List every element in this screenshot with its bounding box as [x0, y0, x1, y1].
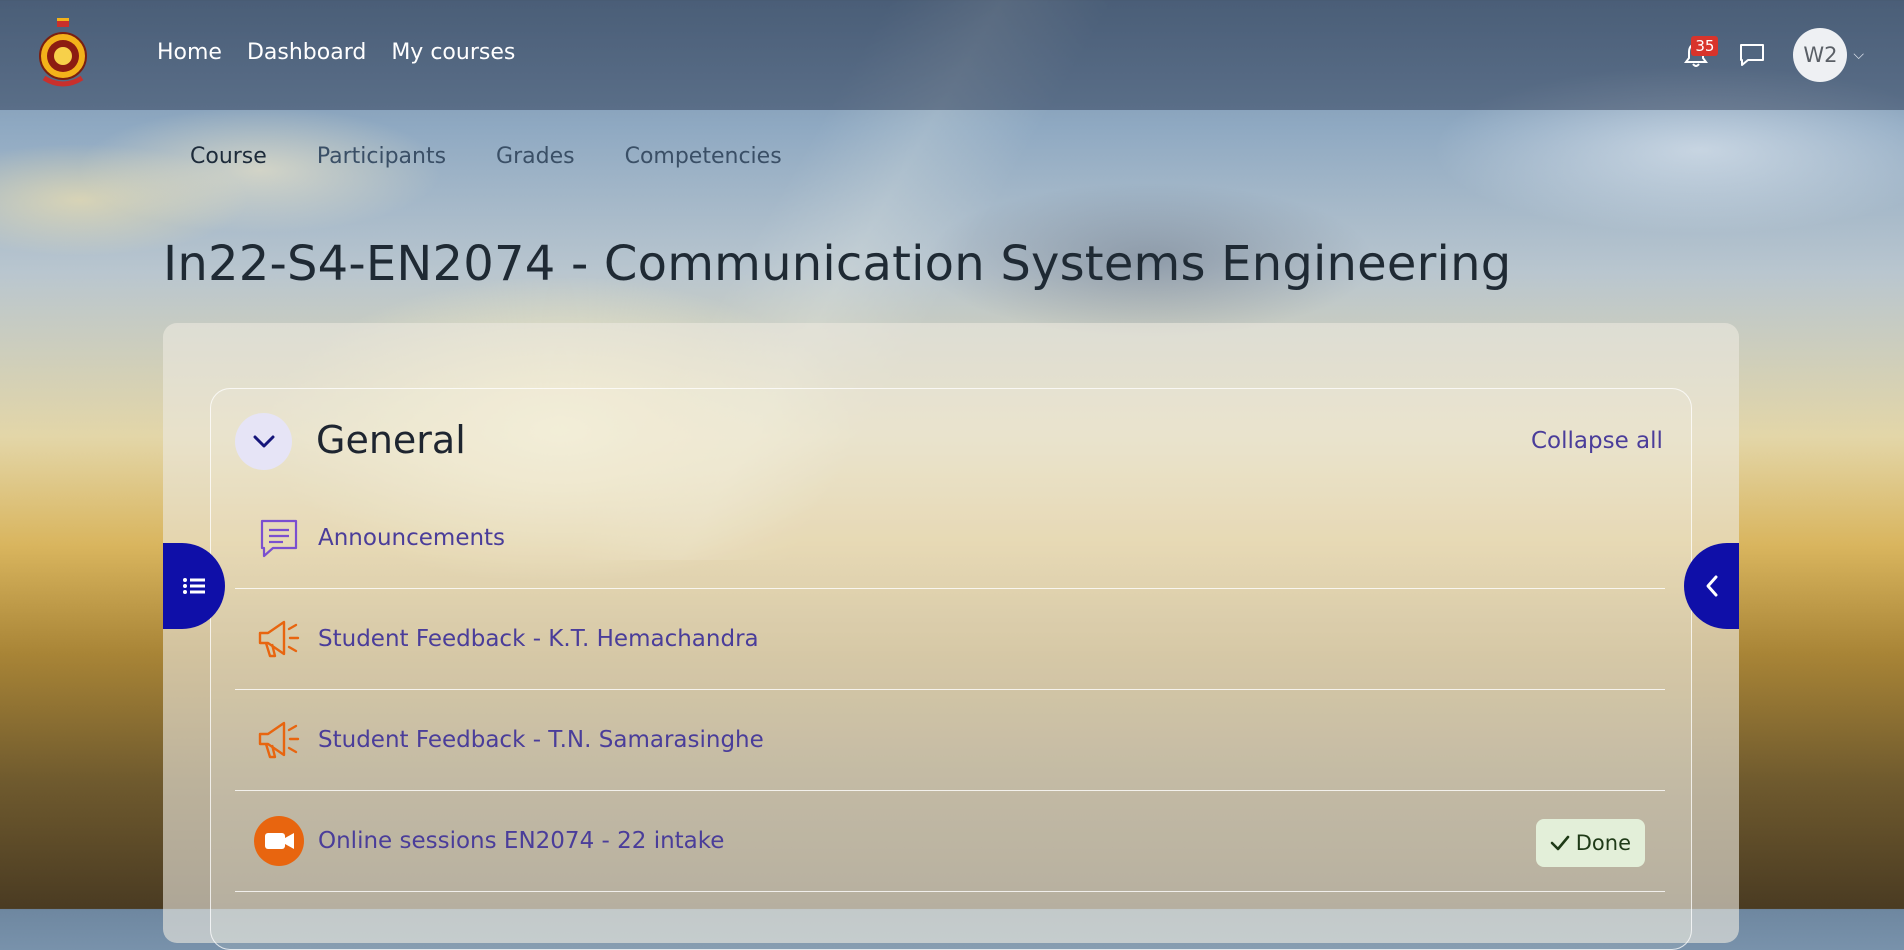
activity-feedback-hemachandra[interactable]: Student Feedback - K.T. Hemachandra [235, 589, 1665, 689]
tab-competencies[interactable]: Competencies [625, 144, 782, 171]
activity-online-sessions[interactable]: Online sessions EN2074 - 22 intake Done [235, 791, 1665, 891]
section-title: General [316, 418, 466, 462]
notification-count-badge: 35 [1691, 36, 1719, 56]
user-menu-area: 35 W2 ⌵ [1681, 28, 1864, 82]
chevron-down-icon [253, 435, 274, 447]
notifications-button[interactable]: 35 [1681, 36, 1719, 70]
avatar[interactable]: W2 [1793, 28, 1848, 82]
forum-icon [253, 512, 305, 564]
top-navbar: Home Dashboard My courses 35 W2 ⌵ [0, 0, 1904, 110]
activity-label[interactable]: Online sessions EN2074 - 22 intake [318, 828, 724, 854]
megaphone-icon [253, 714, 305, 766]
user-menu-toggle[interactable]: W2 ⌵ [1793, 28, 1864, 82]
activity-label[interactable]: Announcements [318, 525, 505, 551]
activity-announcements[interactable]: Announcements [235, 488, 1665, 588]
divider [235, 891, 1665, 892]
course-tabs: Course Participants Grades Competencies [190, 144, 782, 171]
nav-home[interactable]: Home [157, 40, 222, 65]
nav-dashboard[interactable]: Dashboard [247, 40, 366, 65]
chevron-down-icon: ⌵ [1853, 47, 1864, 63]
video-icon [253, 815, 305, 867]
activity-feedback-samarasinghe[interactable]: Student Feedback - T.N. Samarasinghe [235, 690, 1665, 790]
check-icon [1550, 835, 1570, 851]
nav-my-courses[interactable]: My courses [391, 40, 515, 65]
completion-done-badge[interactable]: Done [1535, 819, 1645, 867]
university-logo[interactable] [32, 16, 94, 94]
messages-button[interactable] [1737, 40, 1767, 70]
list-icon [183, 578, 205, 594]
chevron-left-icon [1706, 575, 1717, 597]
activity-label[interactable]: Student Feedback - T.N. Samarasinghe [318, 727, 764, 753]
tab-grades[interactable]: Grades [496, 144, 575, 171]
chat-icon [1740, 44, 1765, 66]
megaphone-icon [253, 613, 305, 665]
activity-label[interactable]: Student Feedback - K.T. Hemachandra [318, 626, 759, 652]
primary-nav: Home Dashboard My courses [157, 40, 515, 65]
section-collapse-toggle[interactable] [235, 413, 292, 470]
tab-participants[interactable]: Participants [317, 144, 446, 171]
completion-label: Done [1575, 831, 1631, 855]
tab-course[interactable]: Course [190, 144, 267, 171]
collapse-all-link[interactable]: Collapse all [1531, 428, 1663, 454]
page-title: In22-S4-EN2074 - Communication Systems E… [163, 236, 1512, 292]
